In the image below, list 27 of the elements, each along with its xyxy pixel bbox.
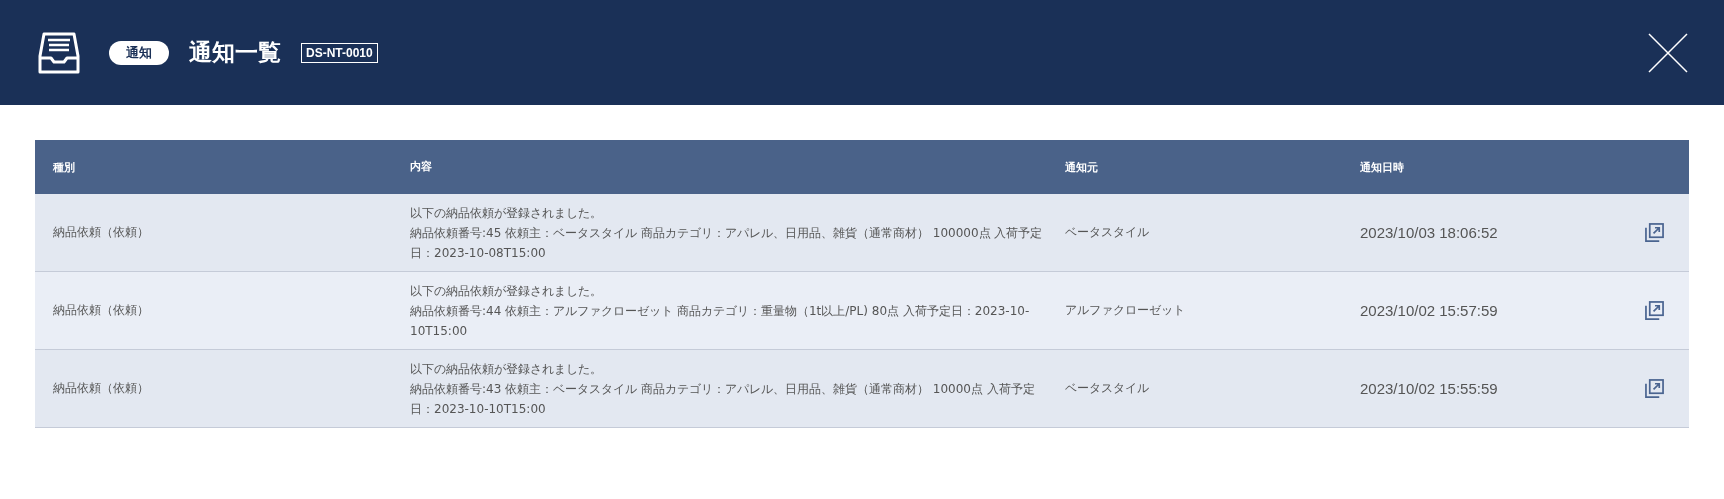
message-text: 以下の納品依頼が登録されました。	[410, 204, 603, 222]
table-cell-text: アルファクローゼット	[1065, 302, 1186, 319]
table-cell-text: 納品依頼（依頼）	[52, 380, 150, 397]
table-cell-text: 納品依頼（依頼）	[52, 224, 150, 241]
close-button[interactable]	[1648, 32, 1688, 73]
page-title: 通知一覧	[189, 38, 281, 67]
message-details: 納品依頼番号:43 依頼主：ベータスタイル 商品カテゴリ：アパレル、日用品、雑貨（通常商材） 10000点 入荷予定日：2023-10-10T15:00	[410, 380, 1036, 418]
external-link-icon	[1645, 301, 1664, 320]
datetime-cell-text: 2023/10/03 18:06:52	[1360, 224, 1499, 241]
column-header: 通知元	[1065, 159, 1099, 175]
column-header: 内容	[410, 159, 433, 175]
table-cell-text: 納品依頼（依頼）	[52, 302, 150, 319]
external-link-icon	[1645, 379, 1664, 398]
message-text: 以下の納品依頼が登録されました。	[410, 282, 603, 300]
table-cell-text: ベータスタイル	[1065, 224, 1150, 241]
screen-code: DS-NT-0010	[301, 42, 378, 63]
category-badge: 通知	[109, 40, 169, 65]
close-icon	[1648, 32, 1688, 73]
external-link-icon	[1645, 223, 1664, 242]
datetime-cell-text: 2023/10/02 15:55:59	[1360, 380, 1499, 397]
column-header: 通知日時	[1360, 159, 1405, 175]
message-text: 以下の納品依頼が登録されました。	[410, 360, 603, 378]
datetime-cell-text: 2023/10/02 15:57:59	[1360, 302, 1499, 319]
message-details: 納品依頼番号:45 依頼主：ベータスタイル 商品カテゴリ：アパレル、日用品、雑貨（通常商材） 100000点 入荷予定日：2023-10-08T15:00	[410, 224, 1044, 262]
column-header: 種別	[52, 159, 76, 175]
message-details: 納品依頼番号:44 依頼主：アルファクローゼット 商品カテゴリ：重量物（1t以上/PL) 80点 入荷予定日：2023-10-10T15:00	[410, 302, 1031, 340]
table-cell-text: ベータスタイル	[1065, 380, 1150, 397]
